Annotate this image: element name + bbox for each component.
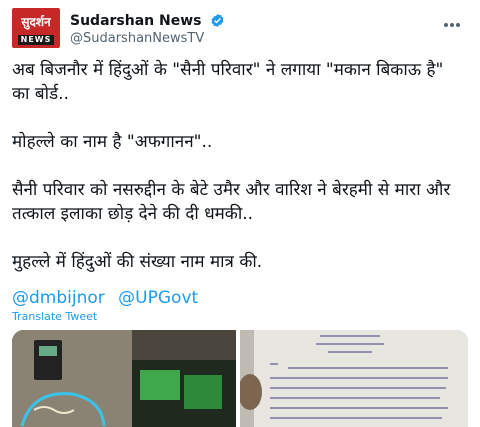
more-options-icon[interactable] [444,12,466,27]
tweet-header: सुदर्शन NEWS Sudarshan News @SudarshanNe… [12,8,468,48]
media-photo-right[interactable] [238,330,468,427]
media-photo-left[interactable] [12,330,236,427]
tweet-media [12,330,468,427]
tweet-paragraph: मोहल्ले का नाम है "अफगानन".. [12,132,213,152]
author-info: Sudarshan News @SudarshanNewsTV [70,10,225,46]
verified-badge-icon [211,13,224,28]
avatar-top-text: सुदर्शन [21,15,51,29]
tweet-paragraph: अब बिजनौर में हिंदुओं के "सैनी परिवार" न… [12,60,444,104]
photo-handwritten-letter [238,330,468,427]
avatar[interactable]: सुदर्शन NEWS [12,8,60,48]
handle[interactable]: @SudarshanNewsTV [70,31,225,46]
tweet-text: अब बिजनौर में हिंदुओं के "सैनी परिवार" न… [12,58,464,298]
mention-link[interactable]: @UPGovt [118,288,198,308]
translate-tweet-link[interactable]: Translate Tweet [12,310,97,323]
mention-link[interactable]: @dmbijnor [12,288,105,308]
display-name[interactable]: Sudarshan News [70,13,202,29]
photo-wall-meter [12,330,236,427]
tweet-paragraph: सैनी परिवार को नसरुद्दीन के बेटे उमैर और… [12,180,451,224]
avatar-bottom-text: NEWS [18,35,54,45]
mentions: @dmbijnor @UPGovt [12,288,206,308]
tweet-paragraph: मुहल्ले में हिंदुओं की संख्या नाम मात्र … [12,252,263,272]
